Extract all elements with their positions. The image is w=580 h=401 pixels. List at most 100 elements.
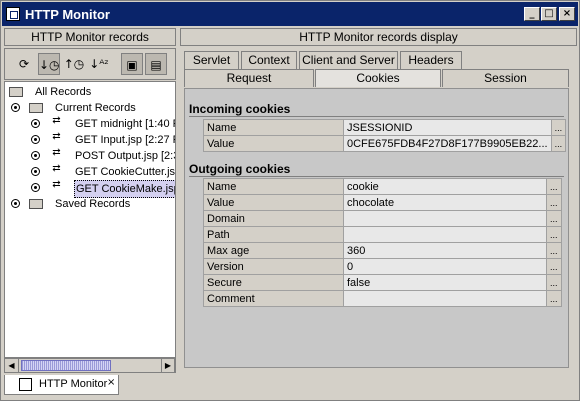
incoming-cookies-title: Incoming cookies — [189, 102, 566, 117]
expand-toggle-icon[interactable] — [31, 135, 40, 144]
scroll-left-icon[interactable]: ◀ — [5, 359, 19, 372]
folder-open-icon — [29, 103, 43, 113]
monitor-icon — [19, 378, 32, 391]
tree-item-record[interactable]: ⇄ POST Output.jsp [2:30 PM] — [7, 147, 175, 164]
table-row: Comment... — [203, 290, 562, 307]
tree-node-current-records[interactable]: Current Records — [7, 100, 172, 116]
table-row: Max age 360... — [203, 242, 562, 259]
request-response-icon: ⇄ — [52, 163, 60, 174]
display-panel-header: HTTP Monitor records display — [180, 28, 577, 46]
tree-node-all-records[interactable]: All Records — [7, 84, 172, 100]
tree-item-record[interactable]: ⇄ GET CookieCutter.jsp — [7, 163, 176, 180]
edit-ellipsis-button[interactable]: ... — [546, 210, 562, 227]
property-name: Max age — [203, 242, 344, 259]
property-value[interactable]: cookie — [343, 178, 547, 195]
cookies-content: Incoming cookies Name JSESSIONID ... Val… — [184, 88, 569, 368]
expand-toggle-icon[interactable] — [31, 151, 40, 160]
tree-item-record[interactable]: ⇄ GET Input.jsp [2:27 PM] — [7, 131, 175, 148]
refresh-icon[interactable]: ⟳ — [13, 53, 35, 75]
tree-node-label: All Records — [35, 86, 92, 98]
edit-ellipsis-button[interactable]: ... — [546, 290, 562, 307]
expand-toggle-icon[interactable] — [11, 103, 20, 112]
tab-request[interactable]: Request — [184, 69, 314, 87]
property-value[interactable]: chocolate — [343, 194, 547, 211]
property-name: Name — [203, 119, 344, 136]
table-row: Domain... — [203, 210, 562, 227]
tab-servlet[interactable]: Servlet — [184, 51, 239, 69]
table-row: Name cookie... — [203, 178, 562, 195]
sort-time-asc-icon[interactable]: ↑◷ — [63, 53, 85, 75]
edit-ellipsis-button[interactable]: ... — [546, 178, 562, 195]
outgoing-cookies-table: Name cookie... Value chocolate... Domain..… — [203, 178, 562, 307]
sort-alpha-icon[interactable]: ↓ᴬᶻ — [88, 53, 110, 75]
scroll-thumb[interactable] — [21, 360, 111, 371]
incoming-cookies-table: Name JSESSIONID ... Value 0CFE675FDB4F27… — [203, 119, 567, 152]
tree-item-label: GET CookieCutter.jsp — [75, 166, 176, 178]
property-value[interactable]: 0 — [343, 258, 547, 275]
tree-item-record-selected[interactable]: ⇄ GET CookieMake.jsp — [7, 179, 175, 198]
tab-session[interactable]: Session — [442, 69, 569, 87]
property-value[interactable] — [343, 210, 547, 227]
close-tab-icon[interactable]: × — [107, 377, 115, 388]
toggle-view-icon[interactable]: ▣ — [121, 53, 143, 75]
property-name: Name — [203, 178, 344, 195]
property-value[interactable]: 0CFE675FDB4F27D8F177B9905EB22... — [343, 135, 552, 152]
toggle-filter-icon[interactable]: ▤ — [145, 53, 167, 75]
sort-time-desc-icon[interactable]: ↓◷ — [38, 53, 60, 75]
property-value[interactable]: 360 — [343, 242, 547, 259]
edit-ellipsis-button[interactable]: ... — [550, 135, 567, 152]
tree-item-record[interactable]: ⇄ GET midnight [1:40 PM] — [7, 116, 175, 132]
property-name: Secure — [203, 274, 344, 291]
bottom-tab-http-monitor[interactable]: HTTP Monitor × — [4, 375, 119, 395]
edit-ellipsis-button[interactable]: ... — [546, 258, 562, 275]
app-icon — [6, 7, 20, 21]
scroll-right-icon[interactable]: ▶ — [161, 359, 175, 372]
tab-client-and-server[interactable]: Client and Server — [299, 51, 398, 69]
request-response-icon: ⇄ — [52, 179, 60, 190]
title-bar[interactable]: HTTP Monitor _ □ × — [2, 2, 578, 26]
request-response-icon: ⇄ — [52, 131, 60, 142]
outgoing-cookies-title: Outgoing cookies — [189, 162, 566, 177]
edit-ellipsis-button[interactable]: ... — [550, 119, 567, 136]
expand-toggle-icon[interactable] — [31, 167, 40, 176]
request-response-icon: ⇄ — [52, 147, 60, 158]
tree-item-label: POST Output.jsp [2:30 PM] — [75, 150, 175, 162]
records-panel-header: HTTP Monitor records — [4, 28, 176, 46]
tree-item-label: GET Input.jsp [2:27 PM] — [75, 134, 175, 146]
property-value[interactable]: false — [343, 274, 547, 291]
table-row: Value chocolate... — [203, 194, 562, 211]
expand-toggle-icon[interactable] — [31, 183, 40, 192]
minimize-button[interactable]: _ — [524, 7, 540, 21]
tree-node-saved-records[interactable]: Saved Records — [7, 196, 172, 212]
edit-ellipsis-button[interactable]: ... — [546, 226, 562, 243]
table-row: Version 0... — [203, 258, 562, 275]
expand-toggle-icon[interactable] — [11, 199, 20, 208]
edit-ellipsis-button[interactable]: ... — [546, 242, 562, 259]
tree-node-label: Current Records — [55, 102, 136, 114]
tab-headers[interactable]: Headers — [400, 51, 462, 69]
close-button[interactable]: × — [559, 7, 575, 21]
window-title: HTTP Monitor — [25, 7, 110, 22]
edit-ellipsis-button[interactable]: ... — [546, 194, 562, 211]
tree-item-label: GET midnight [1:40 PM] — [75, 118, 175, 130]
tree-node-label: Saved Records — [55, 198, 131, 210]
table-row: Secure false... — [203, 274, 562, 291]
property-name: Comment — [203, 290, 344, 307]
folder-icon — [29, 199, 43, 209]
table-row: Name JSESSIONID ... — [203, 119, 567, 136]
property-value[interactable] — [343, 290, 547, 307]
expand-toggle-icon[interactable] — [31, 119, 40, 128]
property-value[interactable] — [343, 226, 547, 243]
bottom-tab-label: HTTP Monitor — [39, 378, 108, 390]
property-name: Value — [203, 135, 344, 152]
maximize-button[interactable]: □ — [541, 7, 557, 21]
property-name: Path — [203, 226, 344, 243]
horizontal-scrollbar[interactable]: ◀ ▶ — [4, 358, 176, 373]
property-name: Version — [203, 258, 344, 275]
records-toolbar: ⟳ ↓◷ ↑◷ ↓ᴬᶻ ▣ ▤ — [4, 48, 176, 80]
edit-ellipsis-button[interactable]: ... — [546, 274, 562, 291]
tab-context[interactable]: Context — [241, 51, 297, 69]
property-value[interactable]: JSESSIONID — [343, 119, 552, 136]
tab-cookies[interactable]: Cookies — [315, 69, 441, 87]
app-window: HTTP Monitor _ □ × HTTP Monitor records … — [0, 0, 580, 401]
